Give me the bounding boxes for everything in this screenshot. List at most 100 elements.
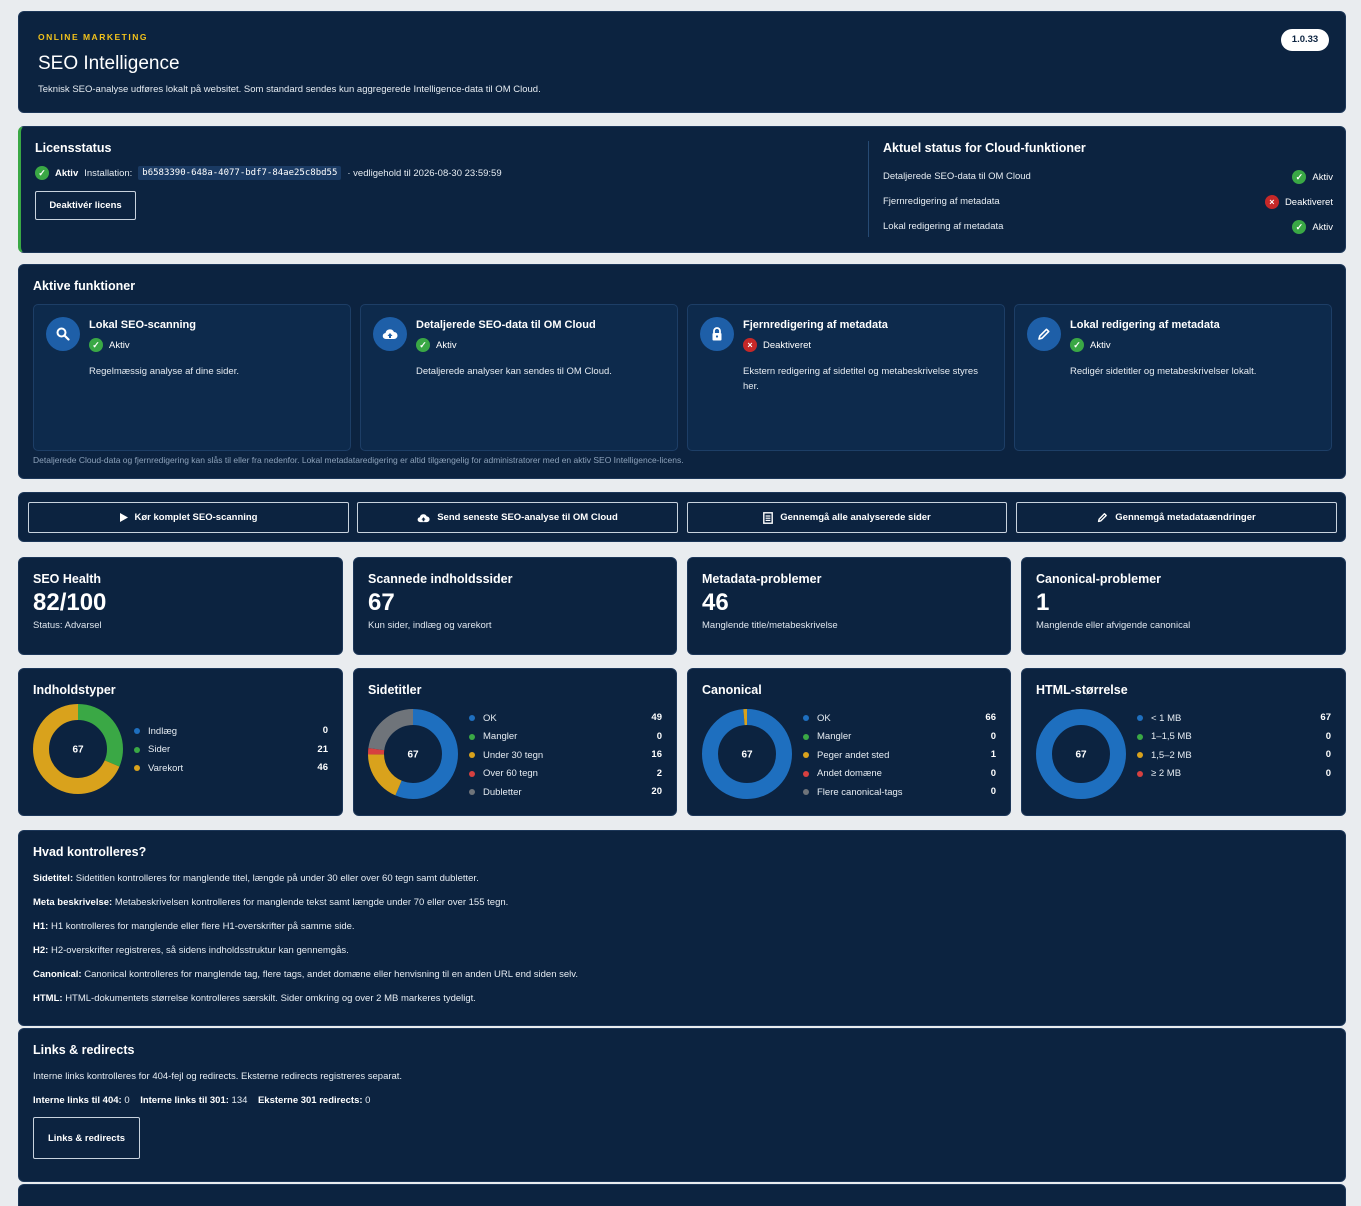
button-label: Send seneste SEO-analyse til OM Cloud — [437, 512, 618, 523]
check-icon: ✓ — [1070, 338, 1084, 352]
legend-value: 0 — [1325, 749, 1331, 761]
legend-swatch — [469, 770, 475, 777]
legend-swatch — [1137, 752, 1143, 759]
deactivate-license-button[interactable]: Deaktivér licens — [35, 191, 136, 220]
chart-title: Sidetitler — [368, 683, 422, 697]
legend-label: OK — [483, 712, 497, 724]
legend-swatch — [469, 715, 475, 721]
header-card: ONLINE MARKETING SEO Intelligence Teknis… — [18, 11, 1346, 113]
legend-swatch — [1137, 733, 1143, 740]
legend-value: 67 — [1320, 712, 1331, 723]
stat-value: 67 — [368, 589, 395, 616]
feature-card: Detaljerede SEO-data til OM Cloud ✓ Aktiv… — [360, 304, 678, 451]
checks-title: Hvad kontrolleres? — [33, 845, 147, 859]
check-icon: ✓ — [416, 338, 430, 352]
review-metadata-changes-button[interactable]: Gennemgå metadataændringer — [1016, 502, 1337, 533]
feature-status: Deaktiveret — [763, 339, 812, 351]
stat-title: Canonical-problemer — [1036, 572, 1162, 586]
legend-swatch — [469, 733, 475, 740]
cloud-status-item: Fjernredigering af metadata × Deaktiveret — [883, 195, 1333, 221]
chart-title: Indholdstyper — [33, 683, 116, 697]
links-card: Links & redirects Interne links kontroll… — [18, 1028, 1346, 1182]
chart-card-page-titles: Sidetitler 67 OK 49 Mangler 0 Under 30 tegn 16 O… — [353, 668, 677, 816]
cloud-status-label: Lokal redigering af metadata — [883, 221, 1004, 232]
legend-item: ≥ 2 MB — [1137, 767, 1181, 781]
legend-value: 0 — [990, 730, 996, 742]
stat-card-seo-health: SEO Health 82/100 Status: Advarsel — [18, 557, 343, 655]
play-icon — [119, 513, 128, 522]
links-description: Interne links kontrolleres for 404-fejl … — [33, 1071, 403, 1082]
legend-label: Over 60 tegn — [483, 768, 538, 780]
donut-center-label: 67 — [407, 750, 419, 761]
legend-value: 2 — [656, 767, 662, 779]
links-title: Links & redirects — [33, 1043, 135, 1057]
legend-swatch — [1137, 770, 1143, 777]
legend-swatch — [803, 789, 809, 796]
stat-sub: Kun sider, indlæg og varekort — [368, 620, 492, 631]
license-title: Licensstatus — [35, 141, 112, 155]
legend-value: 0 — [990, 767, 996, 779]
review-pages-button[interactable]: Gennemgå alle analyserede sider — [687, 502, 1007, 533]
legend-label: Andet domæne — [817, 768, 882, 780]
actions-card: Kør komplet SEO-scanning Send seneste SE… — [18, 492, 1346, 542]
legend-label: Mangler — [483, 731, 518, 743]
stat-value: 46 — [702, 589, 729, 616]
stat-card-canonical-problems: Canonical-problemer 1 Manglende eller af… — [1021, 557, 1346, 655]
donut-center-label: 67 — [1075, 750, 1087, 761]
feature-card: Lokal SEO-scanning ✓ Aktiv Regelmæssig an… — [33, 304, 351, 451]
send-analysis-button[interactable]: Send seneste SEO-analyse til OM Cloud — [357, 502, 678, 533]
cloud-status-list: Detaljerede SEO-data til OM Cloud ✓ Aktiv… — [883, 170, 1333, 246]
legend-item: Sider — [134, 743, 170, 757]
feature-title: Fjernredigering af metadata — [743, 319, 888, 331]
check-item-h1: H1: H1 kontrolleres for manglende eller … — [33, 921, 355, 932]
button-label: Gennemgå metadataændringer — [1115, 512, 1256, 523]
lock-icon — [700, 317, 734, 351]
feature-desc: Detaljerede analyser kan sendes til OM C… — [416, 366, 612, 377]
feature-title: Detaljerede SEO-data til OM Cloud — [416, 319, 596, 331]
license-card: Licensstatus ✓ Aktiv Installation: b6583… — [18, 126, 1346, 253]
legend-swatch — [803, 770, 809, 777]
feature-status: Aktiv — [109, 339, 130, 351]
legend-label: 1–1,5 MB — [1151, 731, 1192, 743]
legend-item: < 1 MB — [1137, 711, 1181, 725]
donut-chart: 67 — [702, 709, 792, 799]
check-item-canonical: Canonical: Canonical kontrolleres for ma… — [33, 969, 578, 980]
stat-value: 82/100 — [33, 589, 107, 616]
vertical-divider — [868, 141, 869, 237]
legend-value: 1 — [990, 749, 996, 761]
feature-desc: Ekstern redigering af sidetitel og metab… — [743, 366, 978, 392]
legend-swatch — [134, 765, 140, 772]
legend-item: Over 60 tegn — [469, 767, 538, 781]
check-item-h2: H2: H2-overskrifter registreres, så side… — [33, 945, 349, 956]
pencil-icon — [1027, 317, 1061, 351]
legend-value: 20 — [651, 786, 662, 798]
legend-label: Varekort — [148, 762, 184, 774]
legend-value: 0 — [1325, 730, 1331, 742]
feature-status-row: ✓ Aktiv — [1070, 338, 1111, 352]
stat-title: Metadata-problemer — [702, 572, 822, 586]
legend-label: ≥ 2 MB — [1151, 768, 1182, 780]
legend-item: 1,5–2 MB — [1137, 748, 1192, 762]
legend-value: 0 — [322, 725, 328, 736]
legend-label: Sider — [148, 744, 171, 756]
pencil-icon — [1098, 513, 1108, 523]
check-icon: ✓ — [1292, 220, 1307, 234]
feature-status-row: ✓ Aktiv — [89, 338, 130, 352]
check-item-meta: Meta beskrivelse: Metabeskrivelsen kontr… — [33, 897, 509, 908]
chart-title: HTML-størrelse — [1036, 683, 1128, 697]
legend-swatch — [469, 789, 475, 796]
links-redirects-button[interactable]: Links & redirects — [33, 1117, 140, 1159]
license-status: Aktiv — [55, 167, 79, 179]
legend-item: OK — [469, 711, 497, 725]
stat-card-metadata-problems: Metadata-problemer 46 Manglende title/me… — [687, 557, 1011, 655]
legend-item: Andet domæne — [803, 767, 882, 781]
feature-desc: Redigér sidetitler og metabeskrivelser l… — [1070, 366, 1257, 377]
installation-label: Installation: — [84, 167, 133, 179]
maintenance-text: · vedligehold til 2026-08-30 23:59:59 — [347, 167, 502, 179]
cloud-status-value: Deaktiveret — [1284, 196, 1333, 208]
page-title: SEO Intelligence — [38, 53, 180, 74]
run-scan-button[interactable]: Kør komplet SEO-scanning — [28, 502, 349, 533]
donut-center-label: 67 — [72, 745, 84, 756]
chart-card-content-types: Indholdstyper 67 Indlæg 0 Sider 21 Varekort 46 — [18, 668, 343, 816]
chart-title: Canonical — [702, 683, 762, 697]
